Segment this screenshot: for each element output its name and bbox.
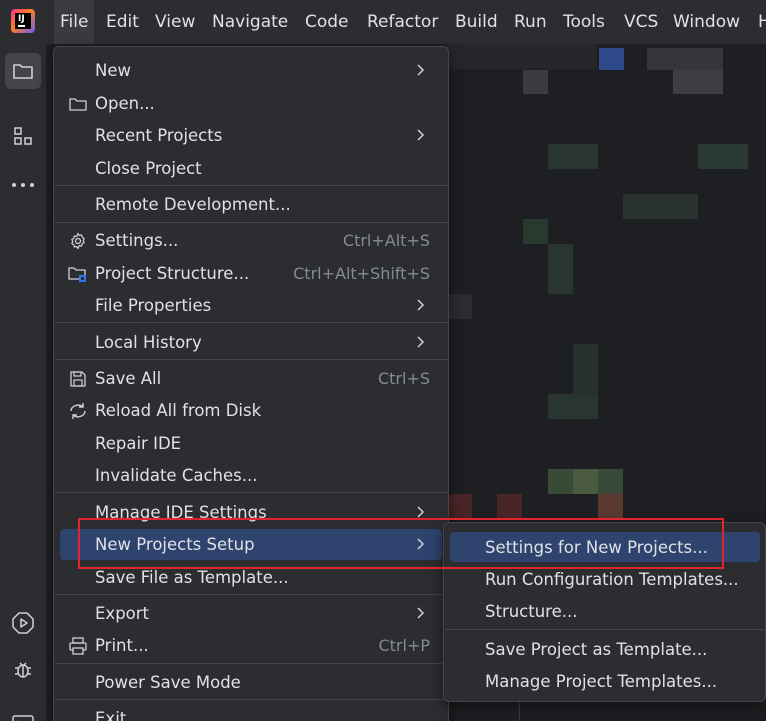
menu-separator <box>55 699 448 700</box>
menu-item-label: Open... <box>95 94 155 113</box>
submenu-item-label: Manage Project Templates... <box>485 671 718 691</box>
menu-item-new-projects-setup[interactable]: New Projects Setup <box>60 529 442 560</box>
submenu-item-save-project-as-template[interactable]: Save Project as Template... <box>450 634 760 664</box>
menu-item-settings[interactable]: Settings... Ctrl+Alt+S <box>60 225 442 256</box>
chevron-right-icon <box>417 538 425 550</box>
project-structure-icon <box>68 264 88 284</box>
menu-item-label: Settings... <box>95 231 179 250</box>
menu-item-print[interactable]: Print... Ctrl+P <box>60 630 442 661</box>
menu-item-label: Power Save Mode <box>95 673 241 692</box>
more-icon[interactable] <box>5 167 41 203</box>
new-projects-setup-submenu: Settings for New Projects... Run Configu… <box>443 522 766 702</box>
menu-item-label: New Projects Setup <box>95 535 255 554</box>
submenu-item-label: Save Project as Template... <box>485 639 708 659</box>
menu-item-label: Remote Development... <box>95 195 291 214</box>
menu-help[interactable]: H <box>752 0 766 44</box>
menu-separator <box>55 663 448 664</box>
menu-edit[interactable]: Edit <box>100 0 145 44</box>
submenu-item-label: Structure... <box>485 601 578 621</box>
menu-file[interactable]: File <box>54 0 95 44</box>
menu-item-label: Save All <box>95 369 162 388</box>
menu-item-label: Reload All from Disk <box>95 401 262 420</box>
chevron-right-icon <box>417 607 425 619</box>
menu-item-power-save-mode[interactable]: Power Save Mode <box>60 667 442 698</box>
menu-navigate[interactable]: Navigate <box>206 0 294 44</box>
menu-separator <box>55 594 448 595</box>
folder-icon <box>68 94 88 114</box>
menu-item-exit[interactable]: Exit <box>60 703 442 721</box>
menu-item-label: Print... <box>95 636 149 655</box>
menu-item-close-project[interactable]: Close Project <box>60 153 442 184</box>
menu-item-label: Local History <box>95 333 202 352</box>
menu-item-label: Close Project <box>95 159 202 178</box>
chevron-right-icon <box>417 299 425 311</box>
menu-code[interactable]: Code <box>299 0 355 44</box>
structure-icon[interactable] <box>5 118 41 154</box>
menu-tools[interactable]: Tools <box>557 0 611 44</box>
tool-window-strip <box>0 44 47 721</box>
folder-icon[interactable] <box>5 53 41 89</box>
shortcut-label: Ctrl+P <box>378 636 430 655</box>
menu-view[interactable]: View <box>149 0 201 44</box>
menu-separator <box>55 322 448 323</box>
submenu-item-structure[interactable]: Structure... <box>450 596 760 626</box>
menu-bar: IJ File Edit View Navigate Code Refactor… <box>0 0 766 44</box>
menu-item-label: Repair IDE <box>95 434 182 453</box>
menu-item-label: Save File as Template... <box>95 568 289 587</box>
submenu-item-run-configuration-templates[interactable]: Run Configuration Templates... <box>450 564 760 594</box>
menu-refactor[interactable]: Refactor <box>361 0 444 44</box>
menu-item-invalidate-caches[interactable]: Invalidate Caches... <box>60 460 442 491</box>
menu-separator <box>55 185 448 186</box>
menu-item-save-all[interactable]: Save All Ctrl+S <box>60 363 442 394</box>
menu-vcs[interactable]: VCS <box>618 0 664 44</box>
menu-item-save-file-as-template[interactable]: Save File as Template... <box>60 562 442 593</box>
reload-icon <box>68 401 88 421</box>
menu-separator <box>55 359 448 360</box>
shortcut-label: Ctrl+Alt+S <box>342 231 430 250</box>
menu-item-label: Project Structure... <box>95 264 250 283</box>
menu-item-open[interactable]: Open... <box>60 88 442 119</box>
menu-separator <box>55 492 448 493</box>
print-icon <box>68 636 88 656</box>
menu-item-local-history[interactable]: Local History <box>60 327 442 358</box>
menu-item-reload-all-from-disk[interactable]: Reload All from Disk <box>60 395 442 426</box>
menu-separator <box>445 629 765 630</box>
menu-build[interactable]: Build <box>449 0 504 44</box>
menu-item-remote-development[interactable]: Remote Development... <box>60 189 442 220</box>
menu-item-new[interactable]: New <box>60 55 442 86</box>
menu-item-manage-ide-settings[interactable]: Manage IDE Settings <box>60 497 442 528</box>
menu-window[interactable]: Window <box>667 0 746 44</box>
save-icon <box>68 369 88 389</box>
menu-item-label: Manage IDE Settings <box>95 503 267 522</box>
shortcut-label: Ctrl+Alt+Shift+S <box>293 264 430 283</box>
menu-item-label: File Properties <box>95 296 212 315</box>
menu-item-recent-projects[interactable]: Recent Projects <box>60 120 442 151</box>
menu-item-file-properties[interactable]: File Properties <box>60 290 442 321</box>
services-icon[interactable] <box>5 605 41 641</box>
file-menu-dropdown: New Open... Recent Projects Close Projec… <box>53 46 449 721</box>
menu-item-label: Export <box>95 604 150 623</box>
shortcut-label: Ctrl+S <box>377 369 430 388</box>
menu-item-export[interactable]: Export <box>60 598 442 629</box>
menu-item-label: New <box>95 61 131 80</box>
app-logo-icon[interactable]: IJ <box>11 9 35 33</box>
menu-item-label: Invalidate Caches... <box>95 466 258 485</box>
debug-icon[interactable] <box>5 652 41 688</box>
terminal-icon[interactable] <box>5 704 41 721</box>
menu-separator <box>55 222 448 223</box>
chevron-right-icon <box>417 129 425 141</box>
chevron-right-icon <box>417 506 425 518</box>
chevron-right-icon <box>417 64 425 76</box>
submenu-item-settings-for-new-projects[interactable]: Settings for New Projects... <box>450 532 760 562</box>
menu-item-label: Exit <box>95 709 127 721</box>
submenu-item-manage-project-templates[interactable]: Manage Project Templates... <box>450 666 760 696</box>
menu-item-repair-ide[interactable]: Repair IDE <box>60 428 442 459</box>
submenu-item-label: Settings for New Projects... <box>485 537 708 557</box>
menu-item-project-structure[interactable]: Project Structure... Ctrl+Alt+Shift+S <box>60 258 442 289</box>
menu-item-label: Recent Projects <box>95 126 223 145</box>
gear-icon <box>68 231 88 251</box>
menu-run[interactable]: Run <box>508 0 553 44</box>
chevron-right-icon <box>417 336 425 348</box>
submenu-item-label: Run Configuration Templates... <box>485 569 739 589</box>
